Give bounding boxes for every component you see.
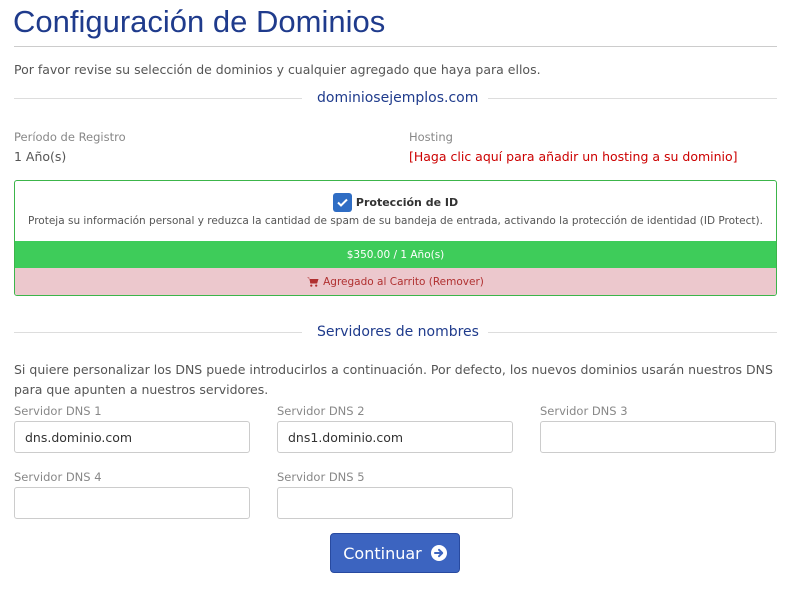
title-divider [14, 46, 777, 47]
id-protection-addon: Protección de ID Proteja su información … [14, 180, 777, 296]
cart-status-text: Agregado al Carrito (Remover) [323, 276, 484, 288]
continue-button[interactable]: Continuar [330, 533, 460, 573]
nameservers-heading: Servidores de nombres [317, 324, 479, 340]
dns2-input[interactable] [277, 421, 513, 453]
dns4-input[interactable] [14, 487, 250, 519]
addon-name: Protección de ID [355, 196, 459, 209]
shopping-cart-icon [307, 277, 319, 287]
nameservers-divider-right [488, 332, 777, 333]
id-protection-checkbox[interactable] [332, 193, 352, 212]
dns1-label: Servidor DNS 1 [14, 404, 102, 418]
dns3-label: Servidor DNS 3 [540, 404, 628, 418]
check-icon [337, 198, 348, 207]
domain-divider-right [488, 98, 777, 99]
dns4-label: Servidor DNS 4 [14, 470, 102, 484]
continue-label: Continuar [343, 543, 422, 563]
intro-text: Por favor revise su selección de dominio… [14, 62, 541, 77]
dns1-input[interactable] [14, 421, 250, 453]
arrow-circle-right-icon [430, 545, 447, 561]
dns5-label: Servidor DNS 5 [277, 470, 365, 484]
addon-price: $350.00 / 1 Año(s) [346, 248, 445, 261]
registration-period-value: 1 Año(s) [14, 149, 67, 164]
remove-from-cart-button[interactable]: Agregado al Carrito (Remover) [15, 268, 776, 295]
nameservers-description: Si quiere personalizar los DNS puede int… [14, 362, 773, 397]
page: Configuración de Dominios Por favor revi… [0, 0, 806, 589]
addon-header: Protección de ID [15, 193, 776, 212]
domain-name-heading: dominiosejemplos.com [317, 90, 479, 106]
domain-divider-left [14, 98, 302, 99]
dns3-input[interactable] [540, 421, 776, 453]
page-title: Configuración de Dominios [13, 4, 386, 39]
addon-price-bar: $350.00 / 1 Año(s) [15, 241, 776, 268]
registration-period-label: Período de Registro [14, 130, 126, 144]
nameservers-divider-left [14, 332, 302, 333]
dns2-label: Servidor DNS 2 [277, 404, 365, 418]
addon-description: Proteja su información personal y reduzc… [28, 215, 763, 227]
hosting-label: Hosting [409, 130, 453, 144]
add-hosting-link[interactable]: [Haga clic aquí para añadir un hosting a… [409, 149, 738, 164]
dns5-input[interactable] [277, 487, 513, 519]
